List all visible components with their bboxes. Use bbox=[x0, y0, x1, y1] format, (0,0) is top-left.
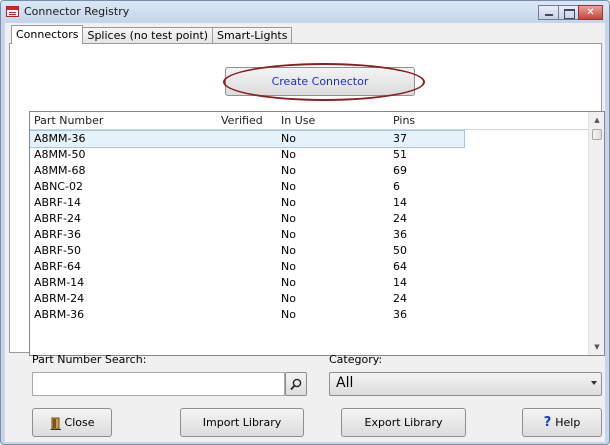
caption-buttons bbox=[538, 5, 603, 20]
table-row[interactable]: ABRM-24 No 24 bbox=[30, 291, 590, 307]
close-door-icon bbox=[50, 417, 61, 430]
import-library-label: Import Library bbox=[202, 416, 282, 429]
table-row[interactable]: ABNC-02 No 6 bbox=[30, 179, 590, 195]
pins-cell: 50 bbox=[393, 244, 407, 257]
part-number-cell: A8MM-36 bbox=[34, 132, 86, 145]
scroll-thumb[interactable] bbox=[592, 129, 602, 140]
help-icon: ? bbox=[543, 415, 552, 430]
tab-strip: Connectors Splices (no test point) Smart… bbox=[11, 25, 293, 44]
pins-cell: 14 bbox=[393, 196, 407, 209]
in-use-cell: No bbox=[281, 212, 296, 225]
create-connector-label: Create Connector bbox=[271, 75, 369, 88]
vertical-scrollbar[interactable]: ▲ ▼ bbox=[588, 112, 604, 355]
maximize-icon[interactable] bbox=[558, 5, 579, 20]
help-button-label: Help bbox=[555, 416, 581, 429]
in-use-cell: No bbox=[281, 260, 296, 273]
search-button[interactable] bbox=[285, 372, 307, 396]
title-bar[interactable]: Connector Registry bbox=[1, 1, 609, 23]
search-icon bbox=[290, 378, 302, 391]
pins-cell: 69 bbox=[393, 164, 407, 177]
table-row[interactable]: ABRM-36 No 36 bbox=[30, 307, 590, 323]
table-row[interactable]: ABRF-50 No 50 bbox=[30, 243, 590, 259]
import-library-button[interactable]: Import Library bbox=[180, 408, 304, 437]
client-area: Connectors Splices (no test point) Smart… bbox=[5, 23, 605, 442]
part-number-search-label: Part Number Search: bbox=[32, 353, 147, 366]
part-number-cell: ABRF-24 bbox=[34, 212, 82, 225]
window-title: Connector Registry bbox=[24, 5, 130, 18]
tab-smart-lights[interactable]: Smart-Lights bbox=[212, 27, 293, 44]
pins-cell: 24 bbox=[393, 212, 407, 225]
in-use-cell: No bbox=[281, 148, 296, 161]
table-row[interactable]: A8MM-36 No 37 bbox=[30, 130, 465, 148]
in-use-cell: No bbox=[281, 164, 296, 177]
chevron-down-icon bbox=[591, 381, 597, 385]
close-button[interactable]: Close bbox=[32, 408, 112, 437]
in-use-cell: No bbox=[281, 308, 296, 321]
connector-list[interactable]: Part Number Verified In Use Pins A8MM-36… bbox=[29, 111, 605, 356]
export-library-button[interactable]: Export Library bbox=[341, 408, 466, 437]
table-row[interactable]: A8MM-50 No 51 bbox=[30, 147, 590, 163]
in-use-cell: No bbox=[281, 180, 296, 193]
part-number-cell: ABRF-50 bbox=[34, 244, 82, 257]
part-number-cell: ABRF-14 bbox=[34, 196, 82, 209]
close-button-label: Close bbox=[64, 416, 95, 429]
header-part-number[interactable]: Part Number bbox=[34, 114, 103, 127]
table-row[interactable]: ABRM-14 No 14 bbox=[30, 275, 590, 291]
in-use-cell: No bbox=[281, 292, 296, 305]
pins-cell: 24 bbox=[393, 292, 407, 305]
tab-splices[interactable]: Splices (no test point) bbox=[82, 27, 214, 44]
category-select[interactable]: All bbox=[329, 372, 602, 396]
table-row[interactable]: ABRF-14 No 14 bbox=[30, 195, 590, 211]
part-number-search-input[interactable] bbox=[32, 372, 285, 396]
export-library-label: Export Library bbox=[364, 416, 443, 429]
part-number-cell: ABRF-36 bbox=[34, 228, 82, 241]
category-value: All bbox=[336, 375, 354, 391]
pins-cell: 36 bbox=[393, 308, 407, 321]
list-header: Part Number Verified In Use Pins bbox=[30, 112, 590, 130]
table-row[interactable]: ABRF-36 No 36 bbox=[30, 227, 590, 243]
pins-cell: 6 bbox=[393, 180, 400, 193]
header-pins[interactable]: Pins bbox=[393, 114, 415, 127]
part-number-cell: ABNC-02 bbox=[34, 180, 83, 193]
pins-cell: 64 bbox=[393, 260, 407, 273]
pins-cell: 36 bbox=[393, 228, 407, 241]
part-number-cell: ABRM-24 bbox=[34, 292, 85, 305]
in-use-cell: No bbox=[281, 276, 296, 289]
help-button[interactable]: ? Help bbox=[522, 408, 602, 437]
pins-cell: 51 bbox=[393, 148, 407, 161]
category-label: Category: bbox=[329, 353, 383, 366]
list-rows: A8MM-36 No 37 A8MM-50 No 51 A8MM-68 No 6… bbox=[30, 130, 590, 323]
part-number-cell: ABRM-36 bbox=[34, 308, 85, 321]
table-row[interactable]: ABRF-24 No 24 bbox=[30, 211, 590, 227]
scroll-down-icon[interactable]: ▼ bbox=[589, 339, 604, 355]
part-number-cell: A8MM-68 bbox=[34, 164, 86, 177]
in-use-cell: No bbox=[281, 132, 296, 145]
pins-cell: 37 bbox=[393, 132, 407, 145]
tab-connectors[interactable]: Connectors bbox=[11, 25, 84, 44]
in-use-cell: No bbox=[281, 196, 296, 209]
part-number-cell: ABRM-14 bbox=[34, 276, 85, 289]
header-verified[interactable]: Verified bbox=[221, 114, 263, 127]
table-row[interactable]: A8MM-68 No 69 bbox=[30, 163, 590, 179]
app-icon bbox=[6, 6, 19, 17]
in-use-cell: No bbox=[281, 228, 296, 241]
close-window-icon[interactable] bbox=[578, 5, 603, 20]
header-in-use[interactable]: In Use bbox=[281, 114, 315, 127]
in-use-cell: No bbox=[281, 244, 296, 257]
part-number-cell: ABRF-64 bbox=[34, 260, 82, 273]
connector-registry-window: Connector Registry Connectors Splices (n… bbox=[0, 0, 610, 445]
pins-cell: 14 bbox=[393, 276, 407, 289]
minimize-icon[interactable] bbox=[538, 5, 559, 20]
scroll-up-icon[interactable]: ▲ bbox=[589, 112, 604, 128]
create-connector-button[interactable]: Create Connector bbox=[225, 67, 415, 96]
table-row[interactable]: ABRF-64 No 64 bbox=[30, 259, 590, 275]
part-number-cell: A8MM-50 bbox=[34, 148, 86, 161]
